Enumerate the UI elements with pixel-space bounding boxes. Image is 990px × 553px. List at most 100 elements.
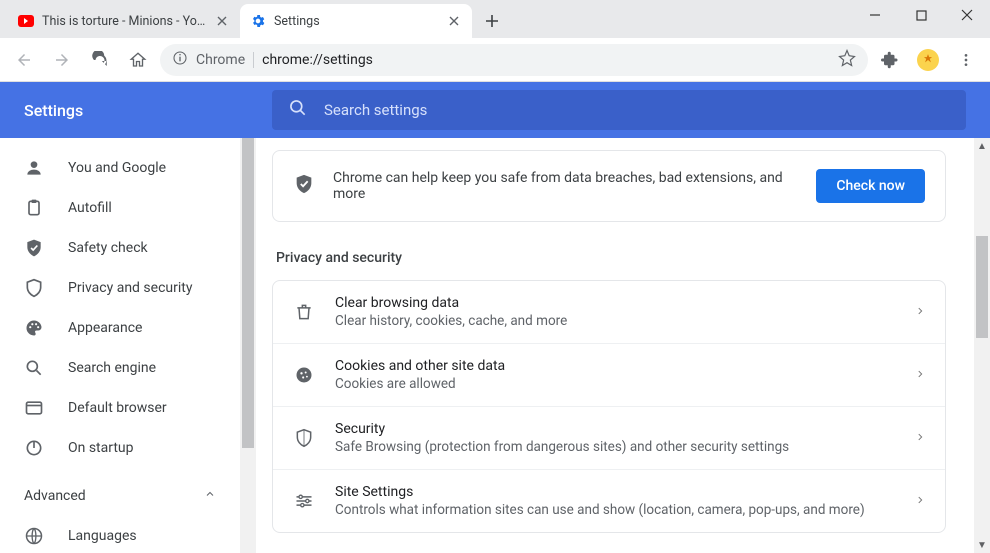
sidebar-advanced-toggle[interactable]: Advanced <box>0 476 240 516</box>
sidebar-item-label: On startup <box>68 440 134 456</box>
sidebar-advanced-label: Advanced <box>24 488 86 504</box>
trash-icon <box>293 301 315 323</box>
row-site-settings[interactable]: Site Settings Controls what information s… <box>273 469 945 532</box>
sidebar-item-label: Autofill <box>68 200 112 216</box>
row-subtitle: Clear history, cookies, cache, and more <box>335 313 895 329</box>
sidebar-item-label: Safety check <box>68 240 148 256</box>
sidebar-item-label: Privacy and security <box>68 280 192 296</box>
shield-check-icon <box>293 173 315 199</box>
settings-search[interactable] <box>272 90 966 130</box>
globe-icon <box>24 526 44 546</box>
palette-icon <box>24 318 44 338</box>
power-icon <box>24 438 44 458</box>
tab-youtube[interactable]: This is torture - Minions - YouTube <box>8 4 240 38</box>
search-icon <box>24 358 44 378</box>
sidebar-item-label: Languages <box>68 528 137 544</box>
chevron-right-icon <box>915 429 925 448</box>
sidebar-item-appearance[interactable]: Appearance <box>0 308 240 348</box>
row-subtitle: Cookies are allowed <box>335 376 895 392</box>
browser-menu-button[interactable] <box>950 44 982 76</box>
row-cookies[interactable]: Cookies and other site data Cookies are a… <box>273 343 945 406</box>
settings-search-input[interactable] <box>324 101 950 119</box>
check-now-button[interactable]: Check now <box>816 169 925 203</box>
omnibox[interactable]: Chrome chrome://settings <box>160 44 868 76</box>
scroll-down-icon[interactable]: ▼ <box>974 537 990 553</box>
row-clear-browsing-data[interactable]: Clear browsing data Clear history, cookie… <box>273 281 945 343</box>
browser-toolbar: Chrome chrome://settings <box>0 38 990 82</box>
sidebar-item-safety-check[interactable]: Safety check <box>0 228 240 268</box>
profile-button[interactable] <box>912 44 944 76</box>
new-tab-button[interactable] <box>478 7 506 35</box>
sidebar-region: You and Google Autofill Safety check Pri… <box>0 138 256 553</box>
settings-content: Chrome can help keep you safe from data … <box>256 138 974 553</box>
browser-icon <box>24 398 44 418</box>
sidebar-item-you-and-google[interactable]: You and Google <box>0 148 240 188</box>
bookmark-star-icon[interactable] <box>838 49 856 71</box>
minimize-button[interactable] <box>852 0 898 30</box>
forward-button[interactable] <box>46 44 78 76</box>
sliders-icon <box>293 490 315 512</box>
row-title: Security <box>335 421 895 437</box>
close-icon[interactable] <box>214 13 230 29</box>
back-button[interactable] <box>8 44 40 76</box>
row-subtitle: Safe Browsing (protection from dangerous… <box>335 439 895 455</box>
reload-button[interactable] <box>84 44 116 76</box>
shield-icon <box>293 427 315 449</box>
shield-icon <box>24 278 44 298</box>
gear-icon <box>250 13 266 29</box>
content-scroll-thumb[interactable] <box>976 236 988 338</box>
sidebar-item-autofill[interactable]: Autofill <box>0 188 240 228</box>
sidebar-scroll-thumb[interactable] <box>242 138 254 448</box>
settings-header: Settings <box>0 82 990 138</box>
chevron-right-icon <box>915 492 925 511</box>
sidebar-item-label: You and Google <box>68 160 166 176</box>
cookie-icon <box>293 364 315 386</box>
chevron-right-icon <box>915 366 925 385</box>
youtube-icon <box>18 13 34 29</box>
row-subtitle: Controls what information sites can use … <box>335 502 895 518</box>
window-controls <box>852 0 990 30</box>
content-region: Chrome can help keep you safe from data … <box>256 138 990 553</box>
safety-check-banner: Chrome can help keep you safe from data … <box>272 150 946 222</box>
url-text: chrome://settings <box>262 52 373 68</box>
section-title: Privacy and security <box>276 250 946 266</box>
sidebar-item-on-startup[interactable]: On startup <box>0 428 240 468</box>
sidebar-item-label: Appearance <box>68 320 142 336</box>
window-titlebar: This is torture - Minions - YouTube Sett… <box>0 0 990 38</box>
settings-sidebar: You and Google Autofill Safety check Pri… <box>0 138 240 553</box>
extensions-button[interactable] <box>874 44 906 76</box>
sidebar-item-languages[interactable]: Languages <box>0 516 240 553</box>
close-icon[interactable] <box>446 13 462 29</box>
home-button[interactable] <box>122 44 154 76</box>
settings-body: You and Google Autofill Safety check Pri… <box>0 138 990 553</box>
row-title: Clear browsing data <box>335 295 895 311</box>
sidebar-scrollbar[interactable] <box>240 138 256 553</box>
row-title: Site Settings <box>335 484 895 500</box>
sidebar-item-privacy[interactable]: Privacy and security <box>0 268 240 308</box>
url-divider <box>253 52 254 68</box>
close-window-button[interactable] <box>944 0 990 30</box>
tab-strip: This is torture - Minions - YouTube Sett… <box>0 0 506 38</box>
search-icon <box>288 98 308 122</box>
url-chip: Chrome <box>196 52 245 68</box>
sidebar-item-label: Search engine <box>68 360 156 376</box>
sidebar-item-default-browser[interactable]: Default browser <box>0 388 240 428</box>
tab-settings[interactable]: Settings <box>240 4 472 38</box>
sidebar-item-label: Default browser <box>68 400 167 416</box>
page-title: Settings <box>24 101 272 120</box>
chevron-right-icon <box>915 303 925 322</box>
row-title: Cookies and other site data <box>335 358 895 374</box>
site-info-icon[interactable] <box>172 50 188 70</box>
person-icon <box>24 158 44 178</box>
scroll-up-icon[interactable]: ▲ <box>974 138 990 154</box>
content-scrollbar[interactable]: ▲ ▼ <box>974 138 990 553</box>
privacy-list: Clear browsing data Clear history, cookie… <box>272 280 946 533</box>
sidebar-item-search-engine[interactable]: Search engine <box>0 348 240 388</box>
clipboard-icon <box>24 198 44 218</box>
chevron-up-icon <box>204 488 216 504</box>
safety-banner-text: Chrome can help keep you safe from data … <box>333 170 798 202</box>
shield-check-icon <box>24 238 44 258</box>
row-security[interactable]: Security Safe Browsing (protection from d… <box>273 406 945 469</box>
tab-title: This is torture - Minions - YouTube <box>42 14 206 29</box>
maximize-button[interactable] <box>898 0 944 30</box>
